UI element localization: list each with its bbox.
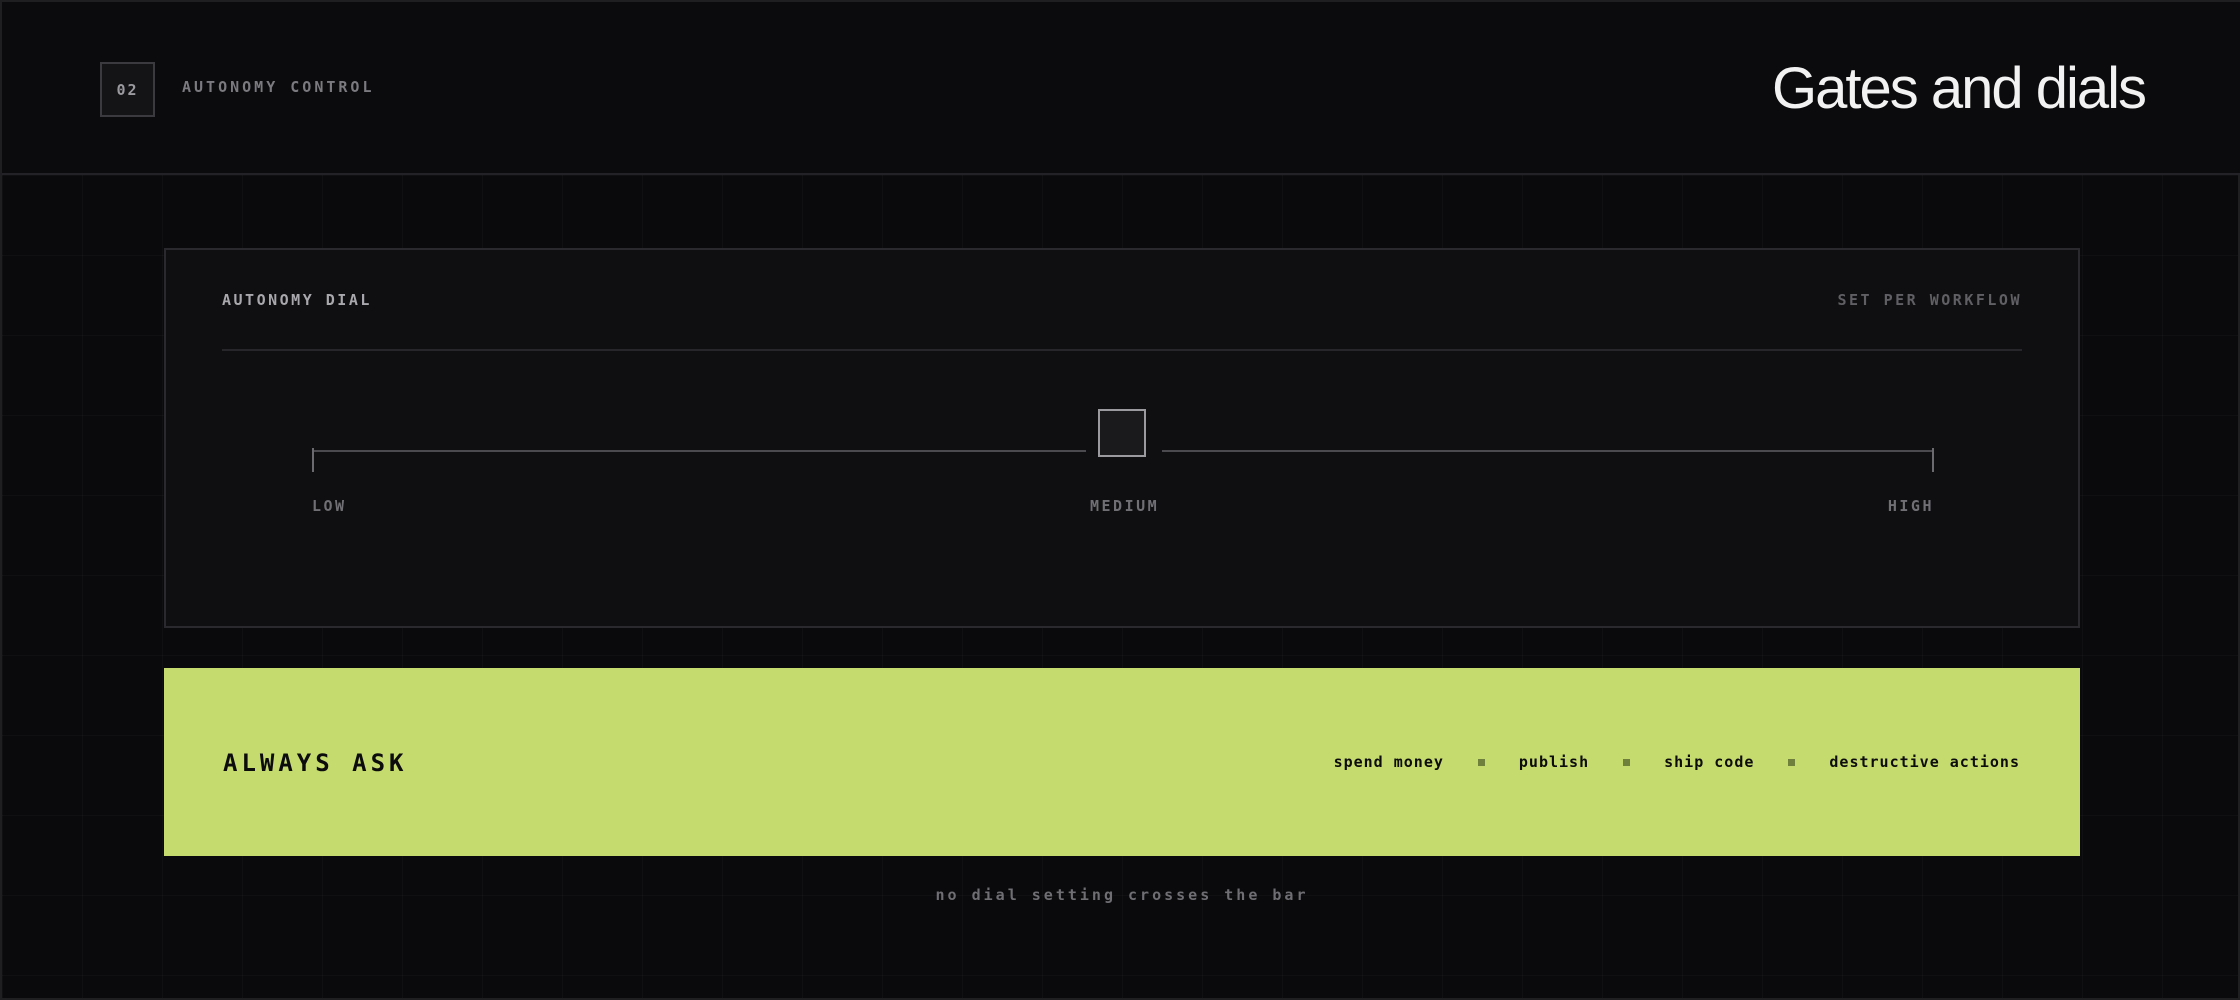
gate-item-spend-money: spend money bbox=[1333, 753, 1444, 771]
dial-tick-low bbox=[312, 448, 314, 472]
gate-item-ship-code: ship code bbox=[1664, 753, 1755, 771]
section-number-badge: 02 bbox=[100, 62, 155, 117]
always-ask-band: ALWAYS ASK spend money publish ship code… bbox=[164, 668, 2080, 856]
autonomy-dial-card: AUTONOMY DIAL SET PER WORKFLOW LOW MEDIU… bbox=[164, 248, 2080, 628]
separator-square-icon bbox=[1477, 758, 1485, 766]
page-frame: 02 AUTONOMY CONTROL Gates and dials AUTO… bbox=[0, 0, 2240, 1000]
page-header: 02 AUTONOMY CONTROL Gates and dials bbox=[2, 2, 2240, 175]
dial-divider bbox=[222, 349, 2022, 351]
dial-level-low[interactable]: LOW bbox=[312, 496, 347, 516]
dial-track-right[interactable] bbox=[1162, 450, 1934, 452]
page-title: Gates and dials bbox=[1771, 56, 2147, 121]
dial-note: SET PER WORKFLOW bbox=[1837, 291, 2022, 309]
gate-item-destructive-actions: destructive actions bbox=[1829, 753, 2020, 771]
dial-track-left[interactable] bbox=[312, 450, 1086, 452]
dial-handle[interactable] bbox=[1098, 409, 1146, 457]
section-label: AUTONOMY CONTROL bbox=[182, 78, 375, 96]
dial-tick-high bbox=[1932, 448, 1934, 472]
separator-square-icon bbox=[1788, 758, 1796, 766]
dial-level-high[interactable]: HIGH bbox=[1888, 496, 1934, 516]
dial-level-medium[interactable]: MEDIUM bbox=[1090, 496, 1159, 516]
always-ask-title: ALWAYS ASK bbox=[223, 749, 408, 777]
footnote: no dial setting crosses the bar bbox=[935, 886, 1309, 904]
separator-square-icon bbox=[1623, 758, 1631, 766]
gate-item-publish: publish bbox=[1518, 753, 1590, 771]
dial-label: AUTONOMY DIAL bbox=[222, 291, 372, 309]
gate-list: spend money publish ship code destructiv… bbox=[1334, 752, 2020, 772]
